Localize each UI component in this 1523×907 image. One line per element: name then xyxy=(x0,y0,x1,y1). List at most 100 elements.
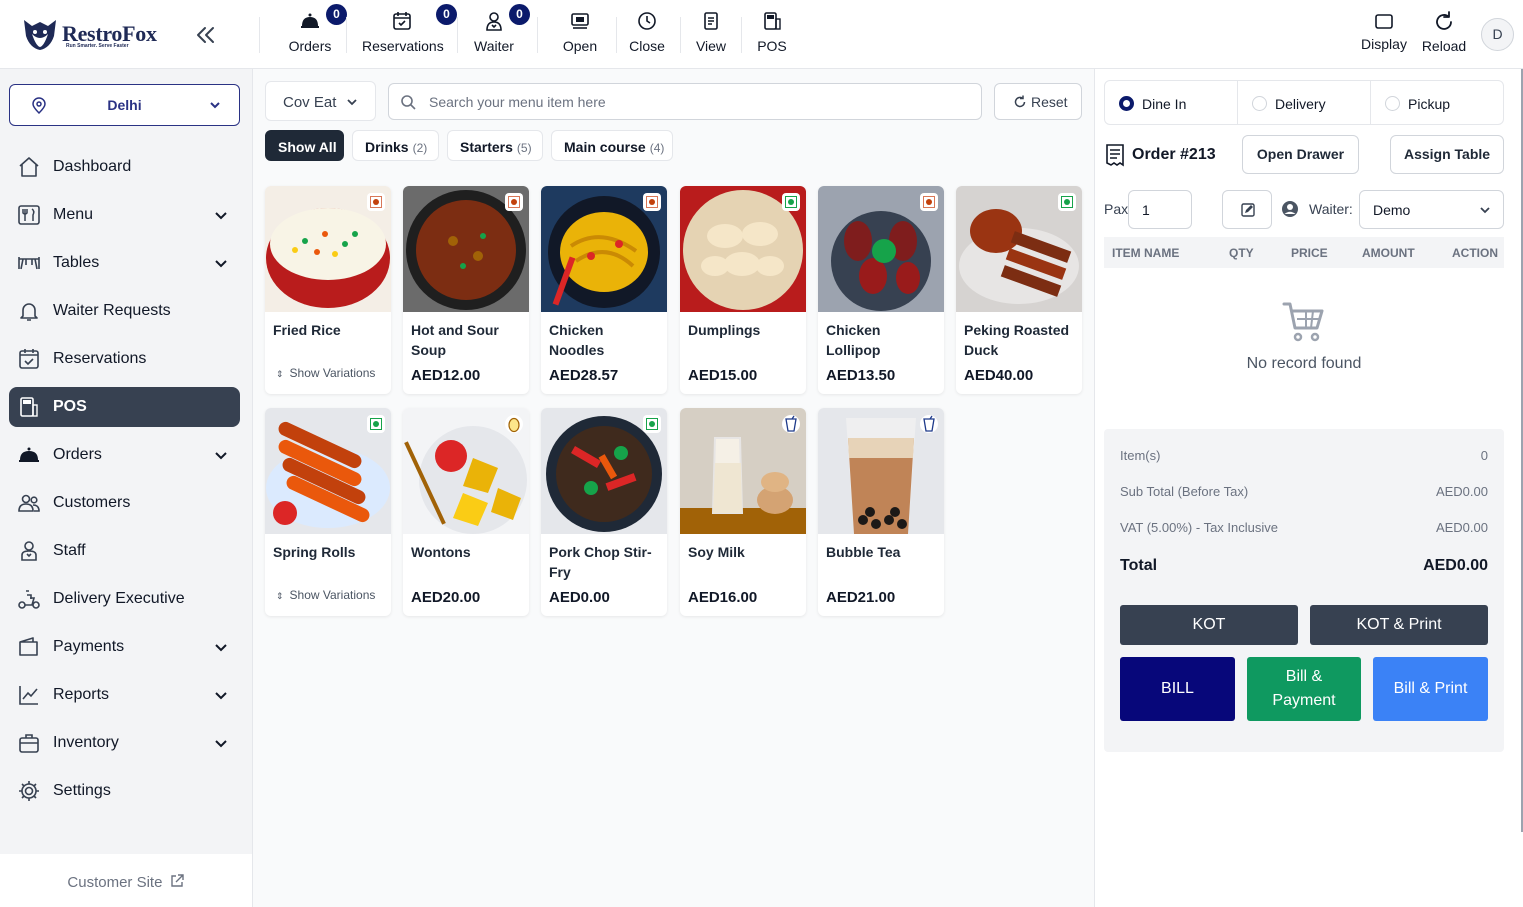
toolbar-waiter-button[interactable]: 0 Waiter xyxy=(470,4,530,60)
show-variations-link[interactable]: ⇕ Show Variations xyxy=(276,366,375,380)
sidebar-item-label: Tables xyxy=(53,254,100,271)
order-type-label: Delivery xyxy=(1275,96,1326,112)
sort-arrows-icon: ⇕ xyxy=(276,369,284,379)
menu-item-card[interactable]: Bubble Tea AED21.00 xyxy=(818,408,944,616)
order-panel: Dine In Delivery Pickup Order #213 Open … xyxy=(1094,69,1523,907)
sort-arrows-icon: ⇕ xyxy=(276,591,284,601)
summary-label: VAT (5.00%) - Tax Inclusive xyxy=(1120,520,1278,535)
menu-item-card[interactable]: Peking Roasted Duck AED40.00 xyxy=(956,186,1082,394)
sidebar-item-reports[interactable]: Reports xyxy=(9,675,240,715)
waiter-select[interactable]: Demo xyxy=(1359,190,1504,229)
reset-button[interactable]: Reset xyxy=(994,83,1082,120)
sidebar-item-label: Settings xyxy=(53,782,111,799)
reservations-count-badge: 0 xyxy=(436,4,457,25)
chevron-down-icon xyxy=(210,102,220,109)
order-type-pickup[interactable]: Pickup xyxy=(1371,81,1504,124)
menu-item-card[interactable]: Spring Rolls ⇕ Show Variations xyxy=(265,408,391,616)
kot-button[interactable]: KOT xyxy=(1120,605,1298,645)
veg-indicator-icon xyxy=(1058,193,1076,211)
chevron-down-icon xyxy=(1480,207,1490,214)
location-select[interactable]: Delhi xyxy=(9,84,240,126)
sidebar-item-payments[interactable]: Payments xyxy=(9,627,240,667)
order-receipt-icon xyxy=(1106,144,1124,167)
nonveg-indicator-icon xyxy=(643,193,661,211)
sidebar-item-reservations[interactable]: Reservations xyxy=(9,339,240,379)
filter-starters[interactable]: Starters (5) xyxy=(447,130,543,161)
sidebar-item-tables[interactable]: Tables xyxy=(9,243,240,283)
filter-drinks[interactable]: Drinks (2) xyxy=(352,130,439,161)
toolbar-open-button[interactable]: Open xyxy=(558,10,602,60)
sidebar-item-customers[interactable]: Customers xyxy=(9,483,240,523)
toolbar-view-button[interactable]: View xyxy=(693,10,729,60)
menu-item-price: AED16.00 xyxy=(688,589,758,606)
toolbar-label: POS xyxy=(757,38,787,54)
filter-count: (2) xyxy=(412,141,428,155)
sidebar-item-staff[interactable]: Staff xyxy=(9,531,240,571)
reload-button[interactable]: Reload xyxy=(1420,10,1468,60)
scooter-icon xyxy=(18,590,40,609)
staff-icon xyxy=(21,541,37,561)
menu-item-card[interactable]: Fried Rice ⇕ Show Variations xyxy=(265,186,391,394)
menu-item-card[interactable]: Chicken Lollipop AED13.50 xyxy=(818,186,944,394)
filter-label: Main course xyxy=(564,139,646,155)
home-icon xyxy=(19,157,39,177)
chevron-down-icon xyxy=(215,692,227,700)
summary-label: Total xyxy=(1120,557,1158,574)
bill-print-button[interactable]: Bill & Print xyxy=(1373,657,1488,721)
menu-search-input[interactable] xyxy=(429,92,969,112)
menu-item-card[interactable]: Dumplings AED15.00 xyxy=(680,186,806,394)
sidebar-item-settings[interactable]: Settings xyxy=(9,771,240,811)
pax-input[interactable]: 1 xyxy=(1128,190,1192,229)
menu-item-card[interactable]: Wontons AED20.00 xyxy=(403,408,529,616)
menu-item-card[interactable]: Pork Chop Stir-Fry AED0.00 xyxy=(541,408,667,616)
sidebar-item-waiter-requests[interactable]: Waiter Requests xyxy=(9,291,240,331)
sidebar-item-delivery-executive[interactable]: Delivery Executive xyxy=(9,579,240,619)
bill-payment-button[interactable]: Bill & Payment xyxy=(1247,657,1361,721)
show-variations-link[interactable]: ⇕ Show Variations xyxy=(276,588,375,602)
sidebar-item-inventory[interactable]: Inventory xyxy=(9,723,240,763)
bill-button[interactable]: BILL xyxy=(1120,657,1235,721)
reset-icon xyxy=(1014,95,1026,108)
veg-indicator-icon xyxy=(367,415,385,433)
menu-item-name: Bubble Tea xyxy=(826,544,901,560)
menu-category-select[interactable]: Cov Eat xyxy=(265,81,376,121)
summary-label: Sub Total (Before Tax) xyxy=(1120,484,1249,499)
sidebar-item-orders[interactable]: Orders xyxy=(9,435,240,475)
user-avatar[interactable]: D xyxy=(1481,18,1514,51)
collapse-sidebar-button[interactable] xyxy=(192,22,218,48)
order-type-selector: Dine In Delivery Pickup xyxy=(1104,80,1504,125)
sidebar-item-dashboard[interactable]: Dashboard xyxy=(9,147,240,187)
menu-item-name: Chicken Noodles xyxy=(549,322,605,358)
filter-show-all[interactable]: Show All xyxy=(265,130,344,161)
briefcase-icon xyxy=(19,734,39,753)
chevron-down-icon xyxy=(215,740,227,748)
waiter-selected-value: Demo xyxy=(1373,202,1411,218)
search-icon xyxy=(401,95,416,110)
users-icon xyxy=(18,494,40,512)
sidebar-item-pos[interactable]: POS xyxy=(9,387,240,427)
toolbar-close-button[interactable]: Close xyxy=(626,10,668,60)
menu-item-card[interactable]: Chicken Noodles AED28.57 xyxy=(541,186,667,394)
toolbar-divider xyxy=(457,17,458,53)
summary-value: AED0.00 xyxy=(1423,557,1488,574)
menu-item-card[interactable]: Hot and Sour Soup AED12.00 xyxy=(403,186,529,394)
order-type-delivery[interactable]: Delivery xyxy=(1238,81,1371,124)
restrofox-logo[interactable]: RestroFox Run Smarter. Serve Faster xyxy=(20,16,170,52)
order-type-dine-in[interactable]: Dine In xyxy=(1105,81,1238,124)
items-count-row: Item(s) 0 xyxy=(1120,448,1488,463)
column-header: QTY xyxy=(1229,246,1254,260)
menu-item-card[interactable]: Soy Milk AED16.00 xyxy=(680,408,806,616)
open-drawer-button[interactable]: Open Drawer xyxy=(1242,135,1359,174)
pos-icon xyxy=(764,12,781,30)
filter-main-course[interactable]: Main course (4) xyxy=(551,130,673,161)
sidebar-item-menu[interactable]: Menu xyxy=(9,195,240,235)
toolbar-reservations-button[interactable]: 0 Reservations xyxy=(362,4,457,60)
customer-site-link[interactable]: Customer Site xyxy=(0,854,252,907)
bell-icon xyxy=(20,303,38,321)
toolbar-orders-button[interactable]: 0 Orders xyxy=(284,4,347,60)
edit-order-note-button[interactable] xyxy=(1222,190,1272,229)
toolbar-pos-button[interactable]: POS xyxy=(755,10,789,60)
assign-table-button[interactable]: Assign Table xyxy=(1390,135,1504,174)
display-button[interactable]: Display xyxy=(1358,10,1410,60)
kot-print-button[interactable]: KOT & Print xyxy=(1310,605,1488,645)
